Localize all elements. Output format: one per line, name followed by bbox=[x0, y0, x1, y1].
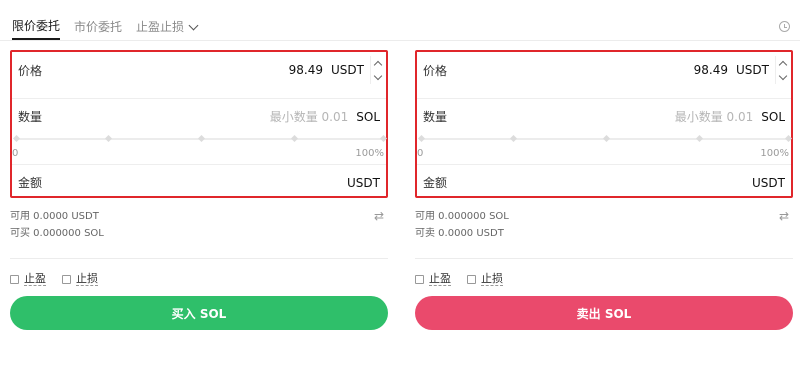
chevron-down-icon[interactable] bbox=[373, 71, 382, 80]
slider-mark[interactable] bbox=[12, 134, 21, 143]
divider bbox=[10, 258, 388, 259]
slider-max-label: 100% bbox=[355, 148, 384, 159]
buy-form-box: 价格 98.49 USDT 数量 最小数量 0.01 SOL 0 100% 金额… bbox=[10, 50, 388, 198]
slider-mark[interactable] bbox=[104, 134, 113, 143]
buy-tp-sl-options: 止盈 止损 bbox=[10, 273, 388, 286]
slider-mark[interactable] bbox=[509, 134, 518, 143]
sell-price-label: 价格 bbox=[423, 63, 448, 78]
buy-take-profit-checkbox[interactable]: 止盈 bbox=[10, 273, 46, 286]
slider-mark[interactable] bbox=[290, 134, 299, 143]
swap-arrows-icon[interactable]: ⇄ bbox=[779, 208, 789, 225]
tab-tp-sl[interactable]: 止盈止损 bbox=[136, 14, 199, 40]
chevron-up-down-icon[interactable] bbox=[775, 56, 789, 84]
buy-quantity-label: 数量 bbox=[18, 110, 43, 124]
take-profit-label: 止盈 bbox=[24, 272, 46, 286]
slider-min-label: 0 bbox=[12, 148, 19, 159]
chevron-down-icon bbox=[188, 20, 199, 31]
slider-mark[interactable] bbox=[695, 134, 704, 143]
buy-balance-info: 可用 0.0000 USDT 可买 0.000000 SOL ⇄ bbox=[10, 208, 388, 242]
sell-take-profit-checkbox[interactable]: 止盈 bbox=[415, 273, 451, 286]
slider-mark[interactable] bbox=[784, 134, 793, 143]
order-type-tabs: 限价委托 市价委托 止盈止损 bbox=[12, 14, 199, 40]
tabs-divider bbox=[0, 40, 800, 41]
sell-quantity-placeholder[interactable]: 最小数量 0.01 bbox=[675, 108, 754, 125]
tab-limit-order[interactable]: 限价委托 bbox=[12, 14, 61, 40]
buy-stop-loss-checkbox[interactable]: 止损 bbox=[62, 273, 98, 286]
slider-min-label: 0 bbox=[417, 148, 424, 159]
buy-quantity-unit: SOL bbox=[356, 109, 380, 124]
buy-available-balance: 可用 0.0000 USDT bbox=[10, 211, 99, 222]
buy-price-value[interactable]: 98.49 bbox=[289, 63, 323, 77]
sell-panel: 价格 98.49 USDT 数量 最小数量 0.01 SOL 0 100% 金额… bbox=[415, 50, 793, 330]
sell-quantity-label: 数量 bbox=[423, 110, 448, 124]
checkbox-icon[interactable] bbox=[10, 275, 19, 284]
buy-amount-label: 金额 bbox=[18, 176, 43, 190]
tab-tp-sl-label: 止盈止损 bbox=[136, 20, 185, 34]
slider-mark[interactable] bbox=[417, 134, 426, 143]
sell-stop-loss-checkbox[interactable]: 止损 bbox=[467, 273, 503, 286]
slider-mark[interactable] bbox=[379, 134, 388, 143]
sell-amount-label: 金额 bbox=[423, 176, 448, 190]
buy-price-field[interactable]: 价格 98.49 USDT bbox=[12, 52, 386, 88]
chevron-up-icon[interactable] bbox=[373, 60, 382, 69]
sell-quantity-slider[interactable] bbox=[417, 134, 793, 143]
buy-button[interactable]: 买入 SOL bbox=[10, 296, 388, 330]
sell-button[interactable]: 卖出 SOL bbox=[415, 296, 793, 330]
checkbox-icon[interactable] bbox=[415, 275, 424, 284]
buy-amount-field[interactable]: 金额 USDT bbox=[12, 164, 386, 200]
sell-quantity-field[interactable]: 数量 最小数量 0.01 SOL bbox=[417, 98, 791, 134]
buy-max-quantity: 可买 0.000000 SOL bbox=[10, 228, 104, 239]
buy-quantity-field[interactable]: 数量 最小数量 0.01 SOL bbox=[12, 98, 386, 134]
buy-amount-unit: USDT bbox=[347, 175, 380, 190]
sell-balance-info: 可用 0.000000 SOL 可卖 0.0000 USDT ⇄ bbox=[415, 208, 793, 242]
buy-quantity-placeholder[interactable]: 最小数量 0.01 bbox=[270, 108, 349, 125]
checkbox-icon[interactable] bbox=[467, 275, 476, 284]
sell-price-field[interactable]: 价格 98.49 USDT bbox=[417, 52, 791, 88]
sell-price-unit: USDT bbox=[736, 63, 769, 77]
tab-market-order[interactable]: 市价委托 bbox=[74, 14, 122, 40]
clock-icon[interactable] bbox=[779, 21, 790, 32]
buy-quantity-slider[interactable] bbox=[12, 134, 388, 143]
stop-loss-label: 止损 bbox=[481, 272, 503, 286]
sell-quantity-unit: SOL bbox=[761, 109, 785, 124]
divider bbox=[415, 258, 793, 259]
slider-max-label: 100% bbox=[760, 148, 789, 159]
buy-price-unit: USDT bbox=[331, 63, 364, 77]
sell-tp-sl-options: 止盈 止损 bbox=[415, 273, 793, 286]
swap-arrows-icon[interactable]: ⇄ bbox=[374, 208, 384, 225]
take-profit-label: 止盈 bbox=[429, 272, 451, 286]
sell-amount-unit: USDT bbox=[752, 175, 785, 190]
chevron-up-down-icon[interactable] bbox=[370, 56, 384, 84]
stop-loss-label: 止损 bbox=[76, 272, 98, 286]
buy-price-label: 价格 bbox=[18, 63, 43, 78]
checkbox-icon[interactable] bbox=[62, 275, 71, 284]
sell-max-quantity: 可卖 0.0000 USDT bbox=[415, 228, 504, 239]
sell-available-balance: 可用 0.000000 SOL bbox=[415, 211, 509, 222]
buy-panel: 价格 98.49 USDT 数量 最小数量 0.01 SOL 0 100% 金额… bbox=[10, 50, 388, 330]
sell-form-box: 价格 98.49 USDT 数量 最小数量 0.01 SOL 0 100% 金额… bbox=[415, 50, 793, 198]
slider-mark[interactable] bbox=[197, 134, 206, 143]
sell-amount-field[interactable]: 金额 USDT bbox=[417, 164, 791, 200]
slider-mark[interactable] bbox=[602, 134, 611, 143]
chevron-up-icon[interactable] bbox=[778, 60, 787, 69]
chevron-down-icon[interactable] bbox=[778, 71, 787, 80]
sell-price-value[interactable]: 98.49 bbox=[694, 63, 728, 77]
